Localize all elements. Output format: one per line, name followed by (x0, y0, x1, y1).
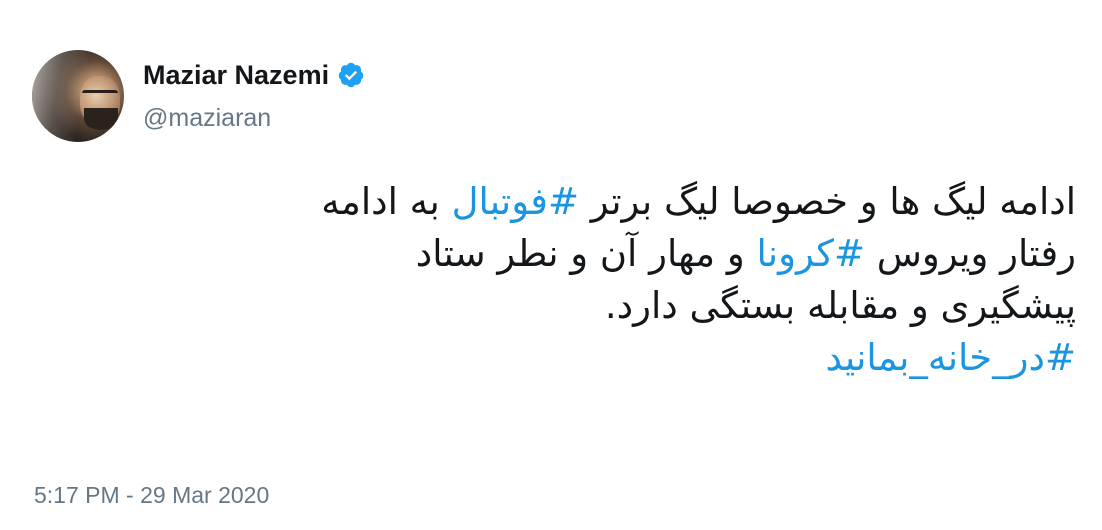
handle[interactable]: @maziaran (143, 104, 271, 133)
display-name[interactable]: Maziar Nazemi (143, 60, 329, 91)
hashtag-link[interactable]: #کرونا (757, 232, 865, 275)
tweet-text-segment: رفتار ویروس (865, 232, 1076, 275)
tweet-text: ادامه لیگ ها و خصوصا لیگ برتر #فوتبال به… (40, 176, 1076, 384)
tweet-text-segment: ادامه لیگ ها و خصوصا لیگ برتر (579, 180, 1076, 223)
tweet-line-3: پیشگیری و مقابله بستگی دارد. (604, 284, 1076, 327)
tweet-line-1: ادامه لیگ ها و خصوصا لیگ برتر #فوتبال به… (40, 176, 1076, 228)
avatar-beard (84, 108, 118, 130)
avatar-glasses (82, 90, 118, 102)
tweet-text-segment: و مهار آن و نطر ستاد (415, 232, 757, 275)
verified-badge-icon (337, 61, 365, 89)
tweet-card: Maziar Nazemi @maziaran ادامه لیگ ها و خ… (0, 0, 1102, 530)
timestamp[interactable]: 5:17 PM - 29 Mar 2020 (34, 482, 269, 509)
tweet-line-2: رفتار ویروس #کرونا و مهار آن و نطر ستاد (40, 228, 1076, 280)
author-name-row: Maziar Nazemi (143, 56, 365, 94)
hashtag-link[interactable]: #در_خانه_بمانید (40, 332, 1076, 384)
avatar[interactable] (32, 50, 124, 142)
hashtag-link[interactable]: #فوتبال (452, 180, 579, 223)
tweet-text-segment: به ادامه (321, 180, 452, 223)
